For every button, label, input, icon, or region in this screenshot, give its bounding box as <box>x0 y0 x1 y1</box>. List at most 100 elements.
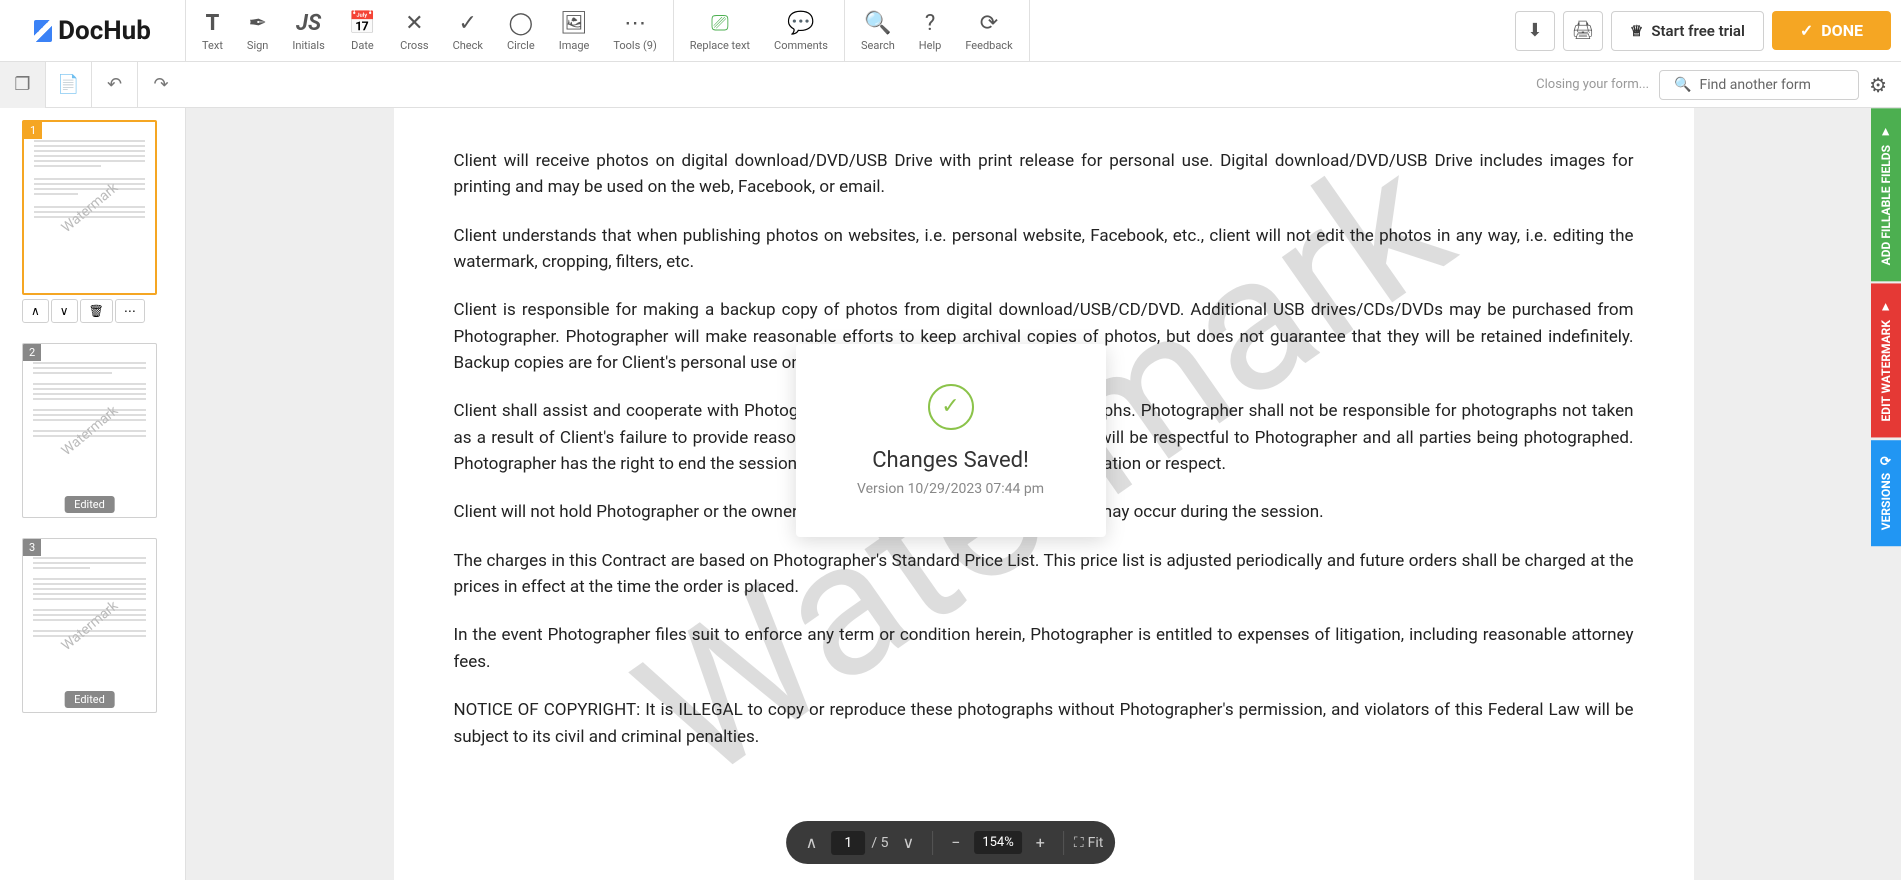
closing-status: Closing your form... <box>1536 77 1649 92</box>
thumb-wrapper-1: 1 Watermark ∧ ∨ 🗑 ⋯ <box>12 120 173 323</box>
edited-badge: Edited <box>64 496 115 513</box>
tools-label: Tools (9) <box>613 39 656 52</box>
ellipsis-icon: ⋯ <box>624 9 646 37</box>
feedback-icon: ⟳ <box>980 9 998 37</box>
sign-tool[interactable]: ✒ Sign <box>235 0 280 61</box>
zoom-out-button[interactable]: − <box>943 829 968 856</box>
logo-section[interactable]: DocHub <box>0 0 186 61</box>
feedback-tool[interactable]: ⟳ Feedback <box>953 0 1024 61</box>
check-icon: ✓ <box>459 9 477 37</box>
brand-name: DocHub <box>58 16 151 46</box>
download-button[interactable]: ⬇ <box>1515 11 1555 51</box>
separator <box>932 831 933 855</box>
expand-icon: ▸ <box>1879 124 1894 139</box>
versions-label: VERSIONS <box>1879 473 1893 530</box>
comment-icon: 💬 <box>787 9 814 37</box>
paragraph: The charges in this Contract are based o… <box>454 548 1634 601</box>
thumbnail-page-3[interactable]: 3 Watermark Edited <box>22 538 157 713</box>
image-tool[interactable]: 🖼 Image <box>547 0 602 61</box>
pages-panel-toggle[interactable]: ❐ <box>0 62 46 108</box>
download-icon: ⬇ <box>1527 20 1542 41</box>
move-down-button[interactable]: ∨ <box>51 299 78 323</box>
zoom-in-button[interactable]: + <box>1028 829 1053 856</box>
circle-tool[interactable]: ◯ Circle <box>495 0 547 61</box>
versions-tab[interactable]: VERSIONS ⟳ <box>1871 440 1901 546</box>
prev-page-button[interactable]: ∧ <box>798 829 826 856</box>
redo-button[interactable]: ↷ <box>138 62 184 108</box>
undo-icon: ↶ <box>107 74 122 95</box>
tool-group-help: 🔍 Search ? Help ⟳ Feedback <box>845 0 1030 61</box>
comments-tool[interactable]: 💬 Comments <box>762 0 840 61</box>
find-label: Find another form <box>1700 77 1811 93</box>
success-check-icon: ✓ <box>928 384 974 430</box>
trial-label: Start free trial <box>1651 22 1745 40</box>
print-button[interactable]: 🖨 <box>1563 11 1603 51</box>
cross-tool[interactable]: ✕ Cross <box>388 0 440 61</box>
circle-icon: ◯ <box>509 9 534 37</box>
delete-page-button[interactable]: 🗑 <box>80 299 113 323</box>
thumb-number: 1 <box>24 122 42 139</box>
manage-pages-button[interactable]: 📄 <box>46 62 92 108</box>
add-fillable-fields-tab[interactable]: ADD FILLABLE FIELDS ▸ <box>1871 108 1901 281</box>
search-tool[interactable]: 🔍 Search <box>849 0 907 61</box>
done-button[interactable]: ✓ DONE <box>1772 11 1891 50</box>
pager-toolbar: ∧ / 5 ∨ − 154% + ⛶ Fit <box>786 821 1116 864</box>
zoom-level[interactable]: 154% <box>974 831 1021 854</box>
edit-watermark-tab[interactable]: EDIT WATERMARK ▸ <box>1871 283 1901 437</box>
thumb-number: 3 <box>23 539 41 556</box>
start-trial-button[interactable]: ♕ Start free trial <box>1611 11 1764 51</box>
paragraph: Client will receive photos on digital do… <box>454 148 1634 201</box>
help-icon: ? <box>925 9 935 37</box>
comments-label: Comments <box>774 39 828 52</box>
check-tool[interactable]: ✓ Check <box>441 0 495 61</box>
top-toolbar: DocHub 𝐓 Text ✒ Sign JS Initials 📅 Date … <box>0 0 1901 62</box>
undo-button[interactable]: ↶ <box>92 62 138 108</box>
thumb-number: 2 <box>23 344 41 361</box>
find-form-button[interactable]: 🔍 Find another form <box>1659 70 1859 100</box>
thumb-wrapper-2: 2 Watermark Edited <box>12 343 173 518</box>
fillable-label: ADD FILLABLE FIELDS <box>1879 145 1893 265</box>
initials-tool[interactable]: JS Initials <box>280 0 336 61</box>
help-tool[interactable]: ? Help <box>907 0 954 61</box>
replace-label: Replace text <box>690 39 750 52</box>
page-input[interactable] <box>831 831 865 855</box>
circle-label: Circle <box>507 39 535 52</box>
right-actions: ⬇ 🖨 ♕ Start free trial ✓ DONE <box>1515 0 1901 61</box>
separator <box>1063 831 1064 855</box>
sub-right: Closing your form... 🔍 Find another form… <box>1536 70 1901 100</box>
sub-bar: ❐ 📄 ↶ ↷ Closing your form... 🔍 Find anot… <box>0 62 1901 108</box>
page-more-button[interactable]: ⋯ <box>115 299 145 323</box>
thumbnail-page-2[interactable]: 2 Watermark Edited <box>22 343 157 518</box>
text-label: Text <box>202 39 223 52</box>
thumbnail-page-1[interactable]: 1 Watermark <box>22 120 157 295</box>
date-tool[interactable]: 📅 Date <box>337 0 388 61</box>
fit-label: Fit <box>1088 835 1104 851</box>
watermark-label: EDIT WATERMARK <box>1879 320 1893 421</box>
sub-left: ❐ 📄 ↶ ↷ <box>0 62 184 108</box>
settings-button[interactable]: ⚙ <box>1869 73 1887 97</box>
paragraph: NOTICE OF COPYRIGHT: It is ILLEGAL to co… <box>454 697 1634 750</box>
image-label: Image <box>559 39 590 52</box>
tools-menu[interactable]: ⋯ Tools (9) <box>601 0 668 61</box>
move-up-button[interactable]: ∧ <box>22 299 49 323</box>
search-icon: 🔍 <box>1674 77 1691 93</box>
search-label: Search <box>861 39 895 52</box>
replace-text-tool[interactable]: ⎚ Replace text <box>678 0 762 61</box>
sign-label: Sign <box>247 39 268 52</box>
fit-button[interactable]: ⛶ Fit <box>1074 835 1104 851</box>
edited-badge: Edited <box>64 691 115 708</box>
print-icon: 🖨 <box>1571 20 1594 41</box>
sign-icon: ✒ <box>248 9 266 37</box>
done-check-icon: ✓ <box>1800 21 1813 40</box>
cross-icon: ✕ <box>405 9 423 37</box>
cross-label: Cross <box>400 39 428 52</box>
modal-title: Changes Saved! <box>846 448 1056 473</box>
paragraph: In the event Photographer files suit to … <box>454 622 1634 675</box>
fit-icon: ⛶ <box>1074 835 1084 851</box>
next-page-button[interactable]: ∨ <box>894 829 922 856</box>
text-tool[interactable]: 𝐓 Text <box>190 0 235 61</box>
image-icon: 🖼 <box>560 9 588 37</box>
history-icon: ⟳ <box>1881 454 1892 469</box>
thumb-wrapper-3: 3 Watermark Edited <box>12 538 173 713</box>
calendar-icon: 📅 <box>349 9 376 37</box>
